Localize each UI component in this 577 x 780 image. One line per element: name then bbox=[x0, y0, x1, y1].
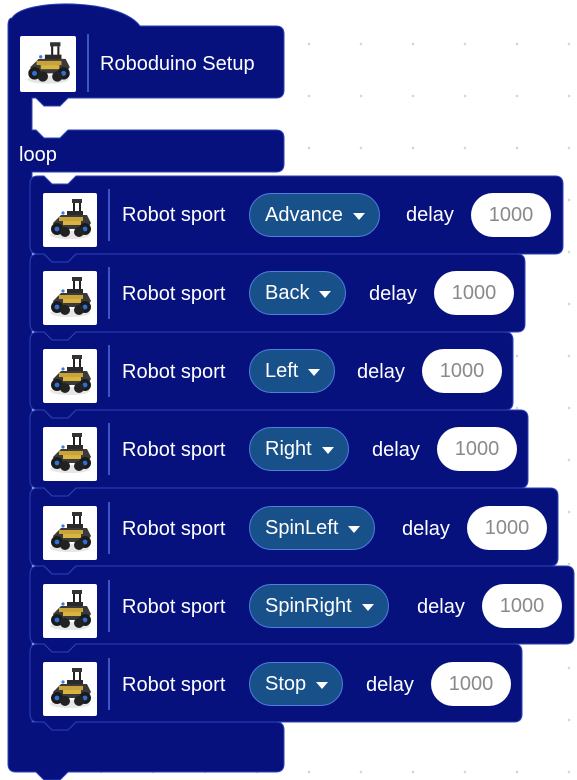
setup-robot-image bbox=[20, 36, 76, 92]
direction-value: Advance bbox=[265, 204, 343, 226]
blockly-workspace[interactable]: Roboduino Setup loop Robot sport Advance… bbox=[0, 0, 577, 780]
delay-input[interactable]: 1000 bbox=[434, 271, 514, 315]
block-separator bbox=[108, 267, 110, 319]
caret-down-icon bbox=[352, 212, 365, 220]
direction-value: Stop bbox=[265, 673, 307, 695]
direction-dropdown[interactable]: Back bbox=[249, 271, 347, 315]
delay-label: delay bbox=[402, 518, 450, 540]
robot-car-icon bbox=[43, 349, 97, 403]
delay-label: delay bbox=[357, 361, 405, 383]
delay-label: delay bbox=[372, 439, 420, 461]
block-separator bbox=[108, 423, 110, 475]
loop-label: loop bbox=[19, 144, 57, 166]
caret-down-icon bbox=[321, 446, 334, 454]
block-separator bbox=[108, 658, 110, 710]
robot-sport-label: Robot sport bbox=[122, 283, 226, 305]
robot-image bbox=[43, 193, 97, 247]
robot-image bbox=[43, 349, 97, 403]
delay-input[interactable]: 1000 bbox=[482, 584, 562, 628]
robot-car-icon bbox=[20, 36, 76, 92]
direction-dropdown[interactable]: Left bbox=[249, 349, 336, 393]
direction-value: SpinLeft bbox=[265, 517, 339, 539]
robot-car-icon bbox=[43, 584, 97, 638]
robot-image bbox=[43, 427, 97, 481]
caret-down-icon bbox=[319, 290, 332, 298]
delay-label: delay bbox=[417, 596, 465, 618]
direction-value: SpinRight bbox=[265, 595, 352, 617]
direction-dropdown[interactable]: Advance bbox=[249, 193, 380, 237]
setup-block-label: Roboduino Setup bbox=[100, 53, 255, 75]
robot-sport-label: Robot sport bbox=[122, 596, 226, 618]
block-separator bbox=[108, 502, 110, 554]
direction-value: Left bbox=[265, 360, 299, 382]
setup-separator bbox=[87, 34, 89, 92]
delay-input[interactable]: 1000 bbox=[422, 349, 502, 393]
direction-dropdown[interactable]: Right bbox=[249, 427, 349, 471]
delay-label: delay bbox=[369, 283, 417, 305]
block-separator bbox=[108, 189, 110, 241]
robot-image bbox=[43, 584, 97, 638]
delay-input[interactable]: 1000 bbox=[471, 193, 551, 237]
robot-car-icon bbox=[43, 662, 97, 716]
caret-down-icon bbox=[361, 603, 374, 611]
robot-sport-label: Robot sport bbox=[122, 439, 226, 461]
robot-car-icon bbox=[43, 427, 97, 481]
robot-car-icon bbox=[43, 506, 97, 560]
caret-down-icon bbox=[316, 681, 329, 689]
direction-dropdown[interactable]: SpinLeft bbox=[249, 506, 376, 550]
robot-image bbox=[43, 506, 97, 560]
direction-dropdown[interactable]: SpinRight bbox=[249, 584, 389, 628]
caret-down-icon bbox=[308, 368, 321, 376]
robot-image bbox=[43, 662, 97, 716]
delay-input[interactable]: 1000 bbox=[437, 427, 517, 471]
delay-label: delay bbox=[406, 204, 454, 226]
caret-down-icon bbox=[348, 525, 361, 533]
robot-car-icon bbox=[43, 271, 97, 325]
block-separator bbox=[108, 345, 110, 397]
direction-value: Back bbox=[265, 282, 310, 304]
direction-dropdown[interactable]: Stop bbox=[249, 662, 344, 706]
robot-car-icon bbox=[43, 193, 97, 247]
robot-image bbox=[43, 271, 97, 325]
delay-input[interactable]: 1000 bbox=[467, 506, 547, 550]
robot-sport-label: Robot sport bbox=[122, 204, 226, 226]
robot-sport-label: Robot sport bbox=[122, 674, 226, 696]
delay-label: delay bbox=[366, 674, 414, 696]
robot-sport-label: Robot sport bbox=[122, 361, 226, 383]
robot-sport-label: Robot sport bbox=[122, 518, 226, 540]
block-separator bbox=[108, 580, 110, 632]
delay-input[interactable]: 1000 bbox=[431, 662, 511, 706]
direction-value: Right bbox=[265, 438, 312, 460]
